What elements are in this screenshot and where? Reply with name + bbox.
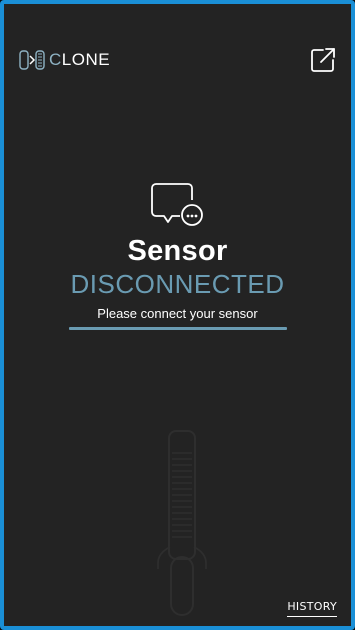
sensor-device-graphic <box>156 429 208 619</box>
app-logo-text-accent: C <box>49 50 62 69</box>
sensor-device-icon <box>157 430 207 616</box>
hint-divider <box>68 327 287 330</box>
app-frame: CLONE Sensor DISCONNECTED Please connect… <box>0 0 355 630</box>
sensor-clip-logo-icon <box>19 50 45 70</box>
chat-bubble-ellipsis-icon <box>150 183 203 226</box>
app-logo: CLONE <box>19 50 110 70</box>
connection-state-text: DISCONNECTED <box>70 269 285 299</box>
connection-status: Sensor DISCONNECTED Please connect your … <box>4 182 351 330</box>
sensor-title: Sensor <box>127 235 228 267</box>
history-link[interactable]: HISTORY <box>287 600 337 617</box>
connect-hint-text: Please connect your sensor <box>97 306 258 321</box>
export-button[interactable] <box>309 46 337 74</box>
app-logo-text-rest: LONE <box>61 50 111 69</box>
external-link-icon <box>311 48 335 72</box>
app-logo-text: CLONE <box>49 50 110 70</box>
